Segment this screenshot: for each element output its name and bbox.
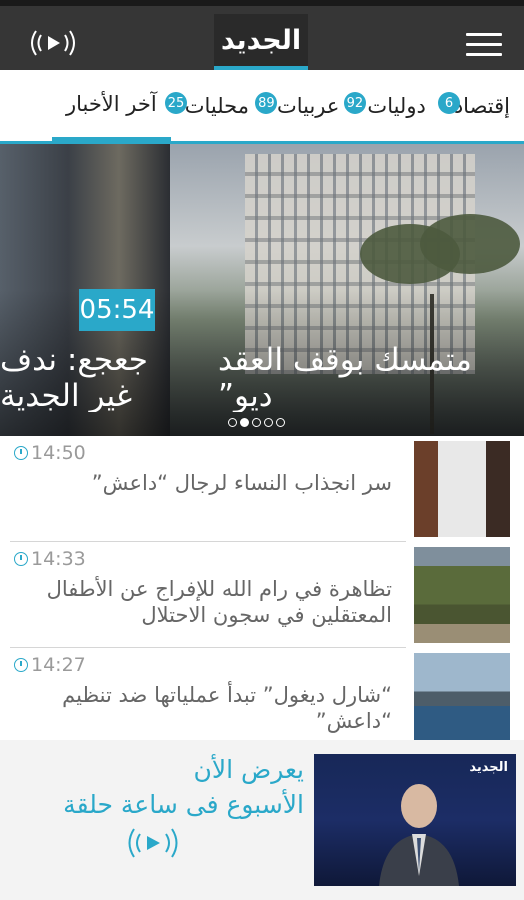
news-title[interactable]: “شارل ديغول” تبدأ عملياتها ضد تنظيم “داع… <box>12 682 392 734</box>
news-time: 14:33 <box>14 548 86 570</box>
tab-count-badge: 89 <box>255 92 278 114</box>
category-tabs: آخر الأخبار محليات 25 عربيات 89 دوليات 9… <box>0 70 524 144</box>
tab-count-badge: 6 <box>438 92 460 114</box>
clock-icon <box>14 658 28 672</box>
news-time-text: 14:27 <box>31 654 86 676</box>
news-time-text: 14:50 <box>31 442 86 464</box>
tab-local[interactable]: محليات 25 <box>164 70 263 141</box>
tab-label: إقتصاد <box>453 93 510 118</box>
presenter-figure <box>379 784 459 886</box>
news-title[interactable]: سر انجذاب النساء لرجال “داعش” <box>12 470 392 496</box>
carousel-dot[interactable] <box>252 418 261 427</box>
tab-count-badge: 92 <box>343 92 366 114</box>
clock-icon <box>14 552 28 566</box>
list-item[interactable]: 14:27 “شارل ديغول” تبدأ عملياتها ضد تنظي… <box>0 648 524 754</box>
hamburger-menu-icon[interactable] <box>466 33 502 57</box>
tab-label: آخر الأخبار <box>65 91 157 116</box>
hero-title-right[interactable]: متمسك بوقف العقد ديو” <box>218 342 524 412</box>
news-title[interactable]: تظاهرة في رام الله للإفراج عن الأطفال ال… <box>12 576 392 628</box>
live-broadcast-play-icon[interactable] <box>26 26 80 60</box>
app-logo[interactable]: الجديد <box>214 14 308 70</box>
tab-economy[interactable]: إقتصاد 6 <box>438 70 524 141</box>
now-showing-banner[interactable]: يعرض الأن الأسبوع فى ساعة حلقة الجديد <box>0 740 524 900</box>
tab-latest-news[interactable]: آخر الأخبار <box>51 70 171 141</box>
news-thumbnail[interactable] <box>414 547 510 643</box>
video-duration-badge: 05:54 <box>79 289 155 331</box>
live-broadcast-play-icon[interactable] <box>123 824 183 862</box>
list-item[interactable]: 14:50 سر انجذاب النساء لرجال “داعش” <box>0 436 524 542</box>
carousel-pagination[interactable] <box>228 418 285 427</box>
tab-label: دوليات <box>367 93 426 118</box>
clock-icon <box>14 446 28 460</box>
tab-arab[interactable]: عربيات 89 <box>255 70 353 141</box>
carousel-dot-active[interactable] <box>240 418 249 427</box>
program-thumbnail[interactable]: الجديد <box>314 754 516 886</box>
news-time: 14:50 <box>14 442 86 464</box>
news-thumbnail[interactable] <box>414 653 510 749</box>
top-bar: الجديد <box>0 0 524 70</box>
tab-international[interactable]: دوليات 92 <box>343 70 439 141</box>
now-showing-program[interactable]: الأسبوع فى ساعة حلقة <box>63 790 304 819</box>
hero-title-left[interactable]: جعجع: ندف غير الجدية <box>0 342 160 412</box>
list-item[interactable]: 14:33 تظاهرة في رام الله للإفراج عن الأط… <box>0 542 524 648</box>
news-time-text: 14:33 <box>31 548 86 570</box>
news-thumbnail[interactable] <box>414 441 510 537</box>
tab-count-badge: 25 <box>164 92 187 114</box>
carousel-dot[interactable] <box>276 418 285 427</box>
news-time: 14:27 <box>14 654 86 676</box>
tab-label: محليات <box>184 93 249 118</box>
tab-label: عربيات <box>276 93 340 118</box>
carousel-dot[interactable] <box>264 418 273 427</box>
channel-logo: الجديد <box>469 760 508 775</box>
carousel-dot[interactable] <box>228 418 237 427</box>
now-showing-label: يعرض الأن <box>193 755 304 784</box>
